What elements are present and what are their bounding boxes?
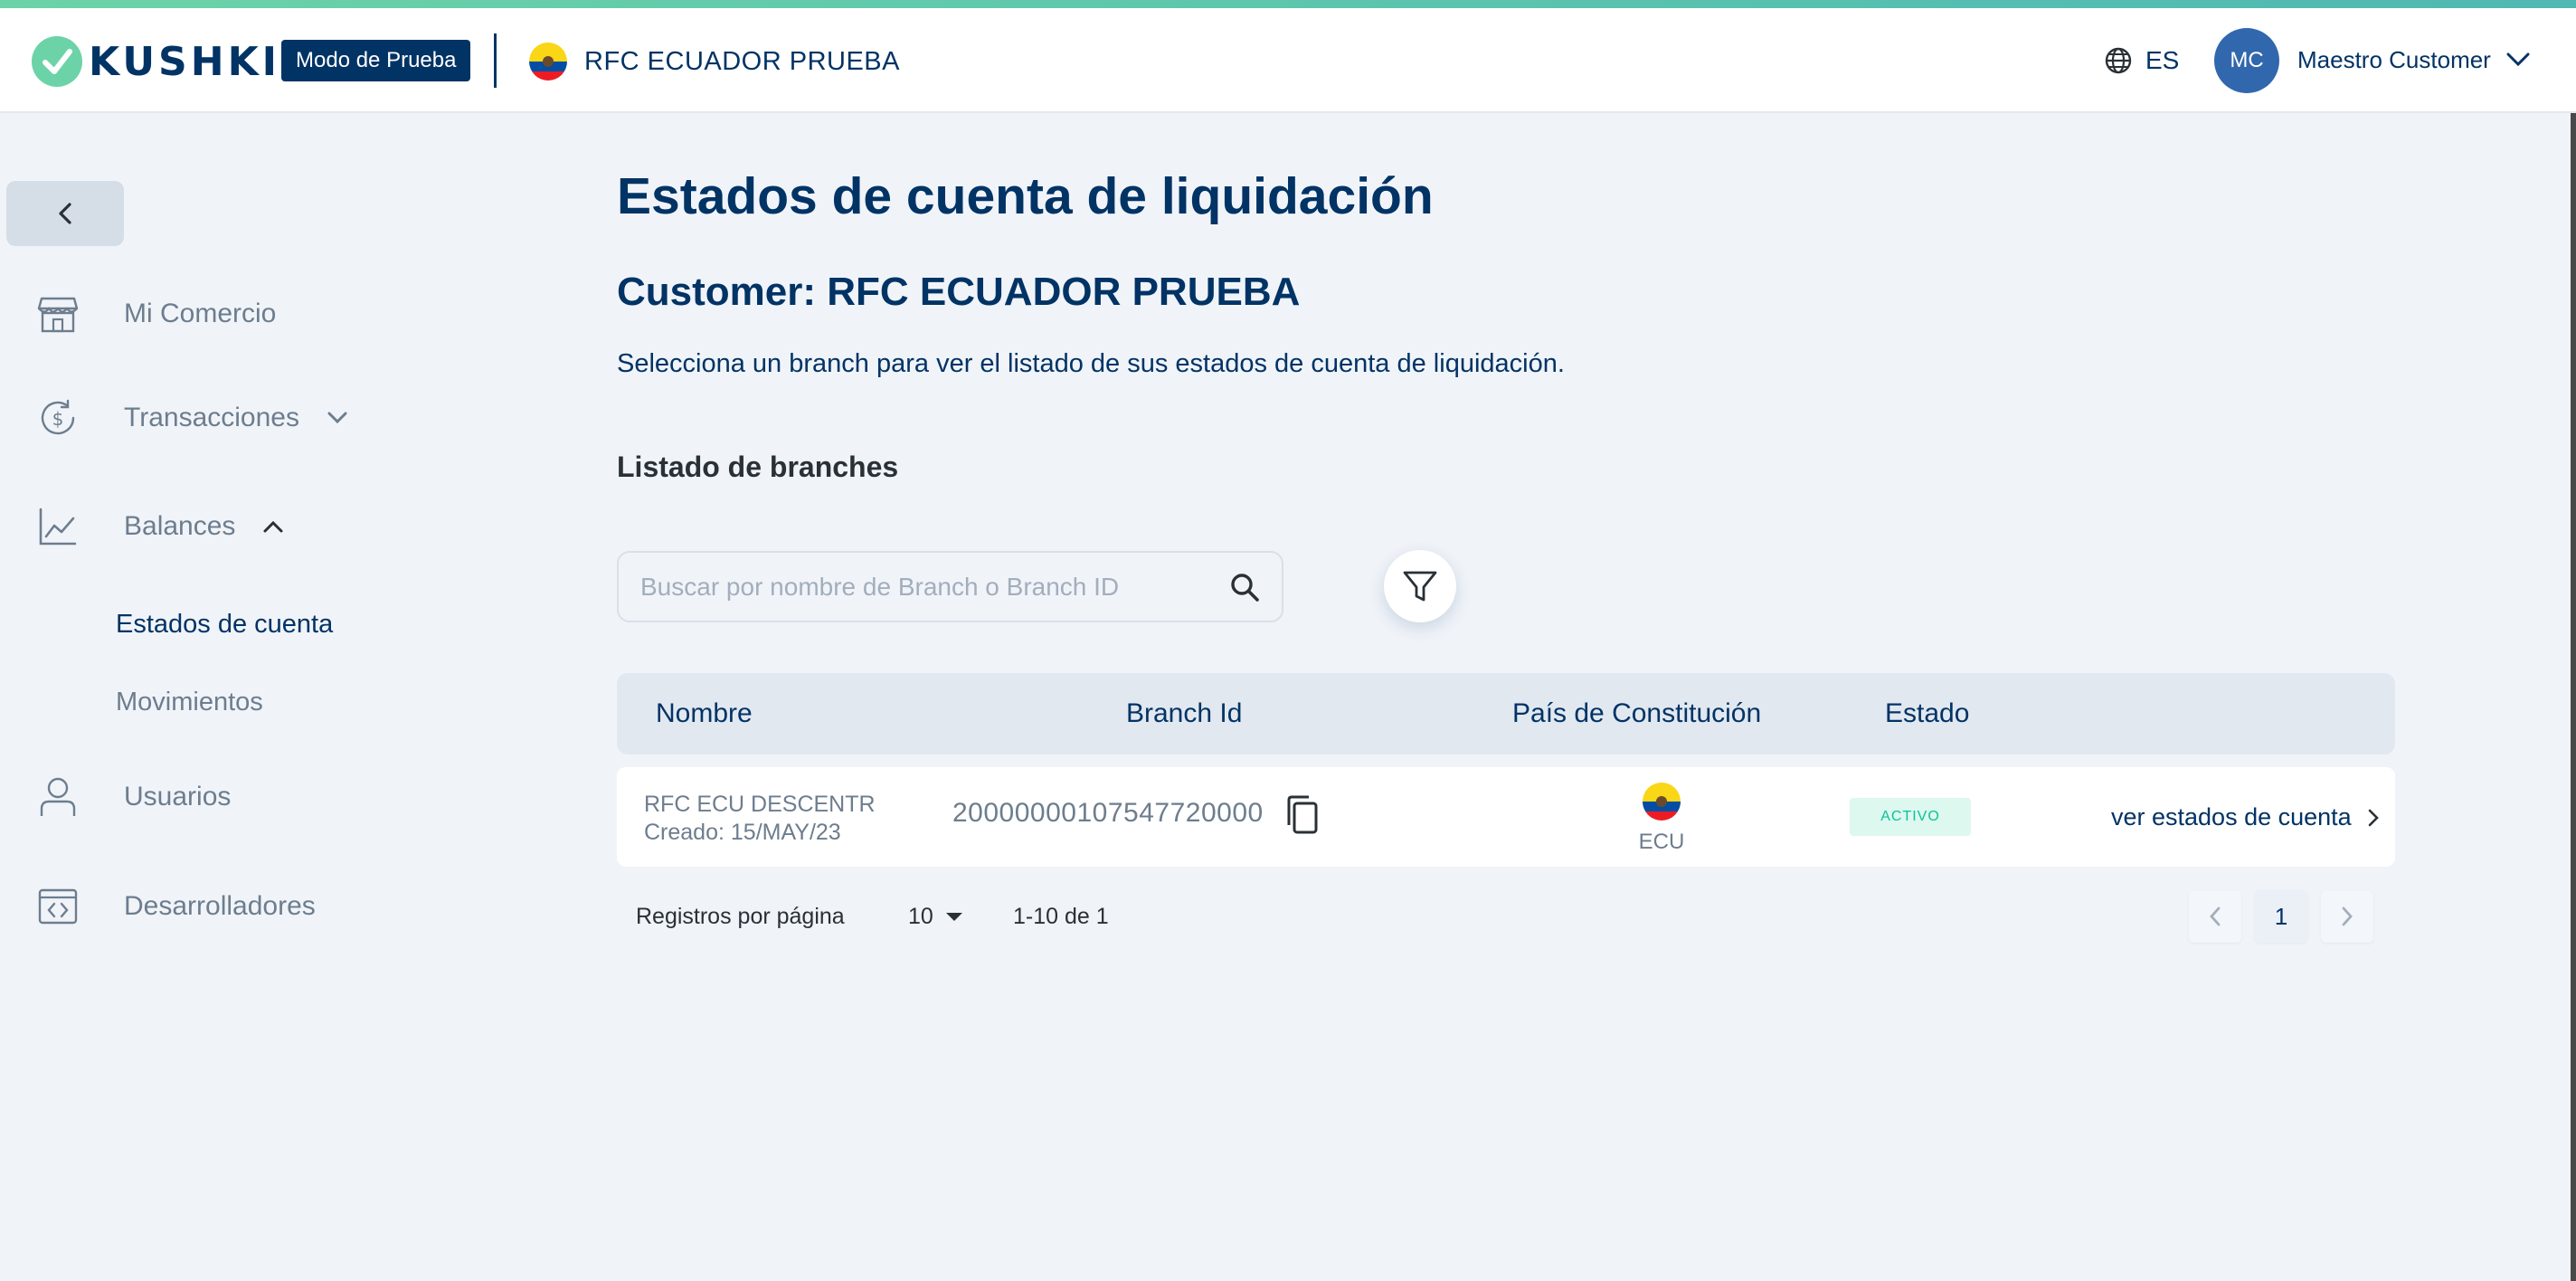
test-mode-badge: Modo de Prueba (281, 40, 471, 81)
view-statements-label: ver estados de cuenta (2111, 803, 2352, 830)
branch-name: RFC ECU DESCENTR (644, 792, 876, 817)
rows-per-page-select[interactable]: 10 (908, 904, 964, 930)
branch-created-date: Creado: 15/MAY/23 (644, 820, 841, 845)
section-title: Listado de branches (617, 451, 899, 483)
branch-id: 20000000107547720000 (952, 798, 1264, 828)
logo-text: KUSHKI (89, 38, 281, 85)
sidebar-subitem-movimientos[interactable]: Movimientos (116, 688, 263, 717)
column-header-nombre[interactable]: Nombre (656, 698, 753, 729)
dollar-cycle-icon: $ (36, 396, 80, 440)
chevron-left-icon (59, 203, 71, 224)
kushki-logo-mark (32, 36, 82, 87)
table-header: Nombre Branch Id País de Constitución Es… (617, 673, 2395, 754)
next-page-button[interactable] (2321, 890, 2373, 943)
rows-per-page-label: Registros por página (636, 904, 845, 929)
pagination-range: 1-10 de 1 (1013, 904, 1109, 929)
store-icon (36, 292, 80, 336)
sidebar-item-label: Mi Comercio (124, 299, 277, 328)
sidebar-item-label: Usuarios (124, 782, 232, 811)
chevron-down-icon[interactable] (2505, 52, 2531, 72)
sidebar-item-mi-comercio[interactable]: Mi Comercio (36, 287, 276, 341)
user-icon (36, 775, 80, 819)
view-statements-link[interactable]: ver estados de cuenta (2111, 803, 2381, 831)
top-accent-bar (0, 0, 2576, 8)
column-header-branch-id[interactable]: Branch Id (1126, 698, 1242, 729)
column-header-pais[interactable]: País de Constitución (1512, 698, 1761, 729)
sidebar-item-desarrolladores[interactable]: Desarrolladores (36, 879, 316, 934)
sidebar-item-usuarios[interactable]: Usuarios (36, 770, 231, 824)
sidebar-item-transacciones[interactable]: $ Transacciones (36, 391, 348, 445)
language-code: ES (2145, 46, 2180, 74)
code-window-icon (36, 885, 80, 928)
chevron-right-icon (2368, 809, 2379, 826)
country-cell: ECU (1612, 782, 1711, 855)
sidebar-subitem-estados-de-cuenta[interactable]: Estados de cuenta (116, 610, 333, 640)
page-description: Selecciona un branch para ver el listado… (617, 349, 1565, 378)
kushki-logo[interactable]: KUSHKI (31, 35, 280, 88)
sidebar-item-label: Balances (124, 511, 236, 541)
chevron-down-icon[interactable] (327, 411, 348, 425)
copy-icon[interactable] (1284, 794, 1321, 840)
window-scrollbar-edge (2571, 113, 2576, 1281)
ecuador-flag-icon (1643, 783, 1681, 821)
globe-icon (2105, 47, 2132, 74)
page-number-button[interactable]: 1 (2255, 890, 2307, 943)
caret-down-icon (945, 912, 962, 921)
country-code: ECU (1638, 830, 1685, 854)
customer-title: Customer: RFC ECUADOR PRUEBA (617, 270, 1301, 314)
sidebar-item-label: Desarrolladores (124, 891, 316, 921)
page-title: Estados de cuenta de liquidación (617, 167, 1434, 225)
svg-text:$: $ (52, 408, 64, 430)
chevron-left-icon (2210, 906, 2221, 926)
branch-name-cell: RFC ECU DESCENTR Creado: 15/MAY/23 (644, 791, 876, 847)
language-selector[interactable]: ES (2104, 44, 2179, 77)
rows-per-page-value: 10 (908, 904, 933, 929)
sidebar-item-balances[interactable]: Balances (36, 499, 284, 554)
column-header-estado[interactable]: Estado (1885, 698, 1969, 729)
filter-button[interactable] (1384, 550, 1456, 622)
merchant-name: RFC ECUADOR PRUEBA (584, 46, 900, 76)
previous-page-button[interactable] (2189, 890, 2241, 943)
status-badge: ACTIVO (1850, 798, 1971, 836)
table-row[interactable]: RFC ECU DESCENTR Creado: 15/MAY/23 20000… (617, 767, 2395, 867)
search-input[interactable] (640, 572, 1229, 602)
app-header: KUSHKI Modo de Prueba RFC ECUADOR PRUEBA… (0, 8, 2576, 113)
sidebar-item-label: Transacciones (124, 403, 299, 432)
filter-icon (1403, 571, 1437, 602)
sidebar-collapse-button[interactable] (6, 181, 124, 246)
chevron-up-icon[interactable] (262, 519, 284, 534)
user-name[interactable]: Maestro Customer (2297, 46, 2491, 74)
chevron-right-icon (2342, 906, 2353, 926)
user-avatar[interactable]: MC (2214, 28, 2279, 93)
ecuador-flag-icon (529, 43, 567, 81)
header-divider (494, 33, 497, 88)
search-icon[interactable] (1229, 572, 1260, 603)
merchant-selector[interactable]: RFC ECUADOR PRUEBA (528, 41, 900, 82)
search-box (617, 551, 1283, 622)
chart-line-icon (36, 505, 80, 548)
